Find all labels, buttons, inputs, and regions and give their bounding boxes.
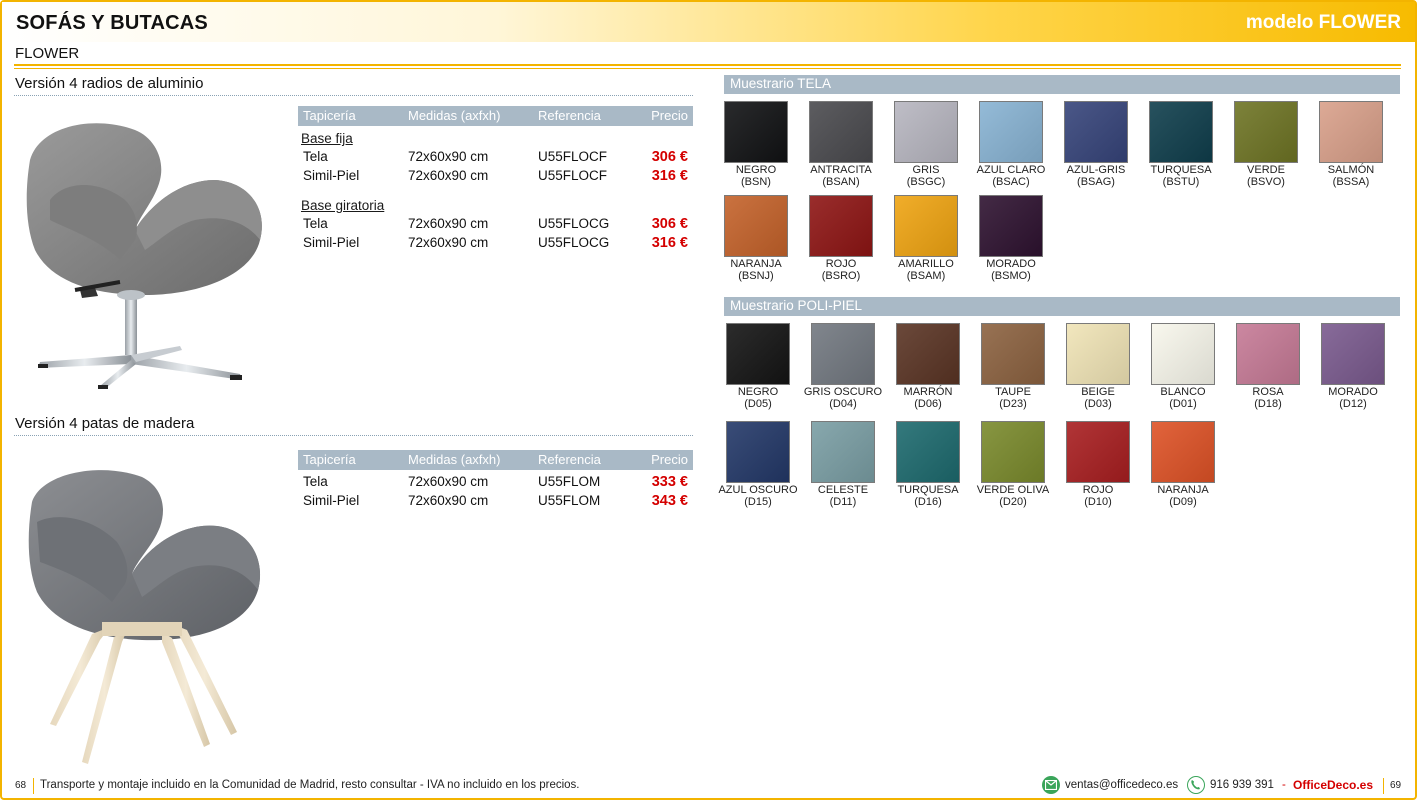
product-subtitle: FLOWER bbox=[15, 45, 80, 62]
footer-phone: 916 939 391 bbox=[1210, 779, 1274, 791]
price-table-wood: Tapicería Medidas (axfxh) Referencia Pre… bbox=[298, 450, 693, 511]
swatch-blanco bbox=[1151, 323, 1215, 385]
swatch-antracita bbox=[809, 101, 873, 163]
swatch-code: (D09) bbox=[1169, 496, 1197, 508]
swatch-celeste bbox=[811, 421, 875, 483]
swatch-label: MORADO (BSMO) bbox=[961, 258, 1061, 282]
price-table-header: Tapicería Medidas (axfxh) Referencia Pre… bbox=[298, 106, 693, 126]
col-referencia: Referencia bbox=[538, 452, 601, 467]
col-tapiceria: Tapicería bbox=[303, 108, 356, 123]
chair-image-wood bbox=[28, 470, 261, 764]
group-title-base-giratoria: Base giratoria bbox=[301, 198, 385, 213]
swatch-label: SALMÓN (BSSA) bbox=[1301, 164, 1401, 188]
swatch-salmón bbox=[1319, 101, 1383, 163]
swatch-name: MORADO bbox=[986, 258, 1036, 270]
swatch-turquesa bbox=[1149, 101, 1213, 163]
muestrario-tela-header: Muestrario TELA bbox=[724, 75, 1400, 94]
footer-legal-text: Transporte y montaje incluido en la Comu… bbox=[40, 779, 580, 791]
version2-divider bbox=[14, 435, 693, 436]
col-precio: Precio bbox=[651, 452, 688, 467]
swatch-turquesa bbox=[896, 421, 960, 483]
group-title-base-fija: Base fija bbox=[301, 131, 353, 146]
chair-image-aluminium bbox=[26, 123, 262, 389]
swatch-naranja bbox=[1151, 421, 1215, 483]
footer-separator bbox=[33, 778, 34, 794]
swatch-rojo bbox=[809, 195, 873, 257]
table-row: Simil-Piel 72x60x90 cm U55FLOM 343 € bbox=[303, 493, 688, 509]
subtitle-divider bbox=[14, 64, 1401, 66]
footer: 68 Transporte y montaje incluido en la C… bbox=[0, 775, 1417, 798]
swatch-azul-claro bbox=[979, 101, 1043, 163]
swatch-beige bbox=[1066, 323, 1130, 385]
header-band: SOFÁS Y BUTACAS modelo FLOWER bbox=[2, 2, 1415, 42]
col-tapiceria: Tapicería bbox=[303, 452, 356, 467]
price-table-aluminium: Tapicería Medidas (axfxh) Referencia Pre… bbox=[298, 106, 693, 253]
swatch-naranja bbox=[724, 195, 788, 257]
table-row: Tela 72x60x90 cm U55FLOCF 306 € bbox=[303, 149, 688, 165]
swatch-morado bbox=[979, 195, 1043, 257]
swatch-rojo bbox=[1066, 421, 1130, 483]
table-row: Tela 72x60x90 cm U55FLOCG 306 € bbox=[303, 216, 688, 232]
swatch-verde bbox=[1234, 101, 1298, 163]
swatch-taupe bbox=[981, 323, 1045, 385]
swatch-label: MORADO (D12) bbox=[1303, 386, 1403, 410]
footer-email-link[interactable]: ventas@officedeco.es bbox=[1065, 779, 1178, 791]
subtitle-divider-thin bbox=[14, 68, 1401, 69]
swatch-amarillo bbox=[894, 195, 958, 257]
swatch-gris bbox=[894, 101, 958, 163]
table-row: Simil-Piel 72x60x90 cm U55FLOCF 316 € bbox=[303, 168, 688, 184]
swatch-code: (D12) bbox=[1339, 398, 1367, 410]
swatch-gris-oscuro bbox=[811, 323, 875, 385]
muestrario-polipiel-header: Muestrario POLI-PIEL bbox=[724, 297, 1400, 316]
swatch-azul-oscuro bbox=[726, 421, 790, 483]
phone-icon bbox=[1187, 776, 1205, 794]
footer-dash: - bbox=[1282, 779, 1286, 791]
price-table-header: Tapicería Medidas (axfxh) Referencia Pre… bbox=[298, 450, 693, 470]
version1-title: Versión 4 radios de aluminio bbox=[15, 75, 204, 92]
swatch-azul-gris bbox=[1064, 101, 1128, 163]
swatch-marrón bbox=[896, 323, 960, 385]
swatch-label: NARANJA (D09) bbox=[1133, 484, 1233, 508]
version2-title: Versión 4 patas de madera bbox=[15, 415, 195, 432]
model-title: modelo FLOWER bbox=[1245, 12, 1401, 33]
swatch-name: SALMÓN bbox=[1327, 164, 1375, 176]
swatch-verde-oliva bbox=[981, 421, 1045, 483]
col-precio: Precio bbox=[651, 108, 688, 123]
page-number-right: 69 bbox=[1390, 780, 1402, 791]
table-row: Tela 72x60x90 cm U55FLOM 333 € bbox=[303, 474, 688, 490]
page-number-left: 68 bbox=[15, 780, 27, 791]
swatch-name: MORADO bbox=[1328, 386, 1378, 398]
swatch-rosa bbox=[1236, 323, 1300, 385]
col-referencia: Referencia bbox=[538, 108, 601, 123]
swatch-morado bbox=[1321, 323, 1385, 385]
footer-site-link[interactable]: OfficeDeco.es bbox=[1293, 778, 1373, 792]
swatch-code: (BSMO) bbox=[991, 270, 1031, 282]
swatch-code: (BSSA) bbox=[1332, 176, 1370, 188]
footer-separator bbox=[1383, 778, 1384, 794]
col-medidas: Medidas (axfxh) bbox=[408, 108, 501, 123]
version1-divider bbox=[14, 95, 693, 96]
col-medidas: Medidas (axfxh) bbox=[408, 452, 501, 467]
swatch-name: NARANJA bbox=[1157, 484, 1209, 496]
email-icon bbox=[1042, 776, 1060, 794]
swatch-negro bbox=[726, 323, 790, 385]
table-row: Simil-Piel 72x60x90 cm U55FLOCG 316 € bbox=[303, 235, 688, 251]
page-title: SOFÁS Y BUTACAS bbox=[16, 12, 208, 34]
swatch-negro bbox=[724, 101, 788, 163]
